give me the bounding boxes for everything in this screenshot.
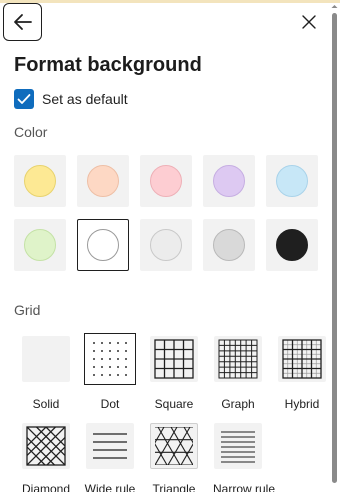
hybrid-grid-icon <box>282 339 322 379</box>
grid-option-diamond-label: Diamond <box>21 482 71 492</box>
arrow-left-icon <box>13 14 32 30</box>
scroll-up-icon[interactable] <box>331 3 338 10</box>
close-icon <box>302 15 316 29</box>
vertical-scrollbar-thumb[interactable] <box>332 13 337 483</box>
window-top-edge <box>0 0 340 3</box>
color-swatch-peach[interactable] <box>77 155 129 207</box>
grid-option-square[interactable] <box>146 332 202 386</box>
hybrid-thumb <box>278 336 326 382</box>
grid-option-hybrid-label: Hybrid <box>284 397 320 411</box>
grid-option-dot-label: Dot <box>100 397 120 411</box>
grid-option-solid[interactable] <box>18 332 74 386</box>
grid-option-graph-label: Graph <box>221 397 255 411</box>
grid-section-label: Grid <box>14 302 41 318</box>
wide-rule-thumb <box>86 423 134 469</box>
color-swatch-light-blue[interactable] <box>266 155 318 207</box>
color-circle <box>150 165 182 197</box>
grid-option-graph[interactable] <box>210 332 266 386</box>
set-as-default-row[interactable]: Set as default <box>14 89 128 109</box>
color-circle <box>87 165 119 197</box>
color-swatch-light-gray[interactable] <box>140 219 192 271</box>
color-swatch-lavender[interactable] <box>203 155 255 207</box>
color-circle <box>213 165 245 197</box>
grid-option-triangle[interactable] <box>146 419 202 473</box>
square-grid-icon <box>154 339 194 379</box>
color-swatch-yellow[interactable] <box>14 155 66 207</box>
grid-option-narrow-rule-label: Narrow rule <box>212 482 275 492</box>
back-button[interactable] <box>3 3 42 41</box>
panel-title: Format background <box>14 54 202 76</box>
color-circle <box>150 229 182 261</box>
grid-option-dot[interactable] <box>84 333 136 385</box>
diamond-pattern-icon <box>26 426 66 466</box>
color-circle <box>276 229 308 261</box>
grid-option-wide-rule[interactable] <box>82 419 138 473</box>
color-swatch-black[interactable] <box>266 219 318 271</box>
color-circle <box>87 229 119 261</box>
dot-pattern-icon <box>93 342 127 376</box>
set-as-default-checkbox[interactable] <box>14 89 34 109</box>
color-swatch-white[interactable] <box>77 219 129 271</box>
grid-option-triangle-label: Triangle <box>152 482 196 492</box>
graph-thumb <box>214 336 262 382</box>
grid-option-wide-rule-label: Wide rule <box>84 482 136 492</box>
grid-option-narrow-rule[interactable] <box>210 419 266 473</box>
grid-option-square-label: Square <box>154 397 194 411</box>
triangle-pattern-icon <box>155 427 193 465</box>
diamond-thumb <box>22 423 70 469</box>
color-circle <box>24 229 56 261</box>
solid-pattern-icon <box>22 336 70 382</box>
color-swatch-gray[interactable] <box>203 219 255 271</box>
color-circle <box>213 229 245 261</box>
close-button[interactable] <box>297 11 321 33</box>
color-circle <box>24 165 56 197</box>
graph-grid-icon <box>218 339 258 379</box>
color-section-label: Color <box>14 124 48 140</box>
narrow-rule-icon <box>221 431 255 463</box>
triangle-thumb <box>150 423 198 469</box>
color-swatch-pink[interactable] <box>140 155 192 207</box>
set-as-default-label: Set as default <box>42 91 128 107</box>
wide-rule-icon <box>93 433 127 459</box>
color-swatch-light-green[interactable] <box>14 219 66 271</box>
color-circle <box>276 165 308 197</box>
grid-option-solid-label: Solid <box>32 397 60 411</box>
narrow-rule-thumb <box>214 423 262 469</box>
checkmark-icon <box>17 94 31 104</box>
grid-option-diamond[interactable] <box>18 419 74 473</box>
grid-option-hybrid[interactable] <box>274 332 330 386</box>
square-thumb <box>150 336 198 382</box>
